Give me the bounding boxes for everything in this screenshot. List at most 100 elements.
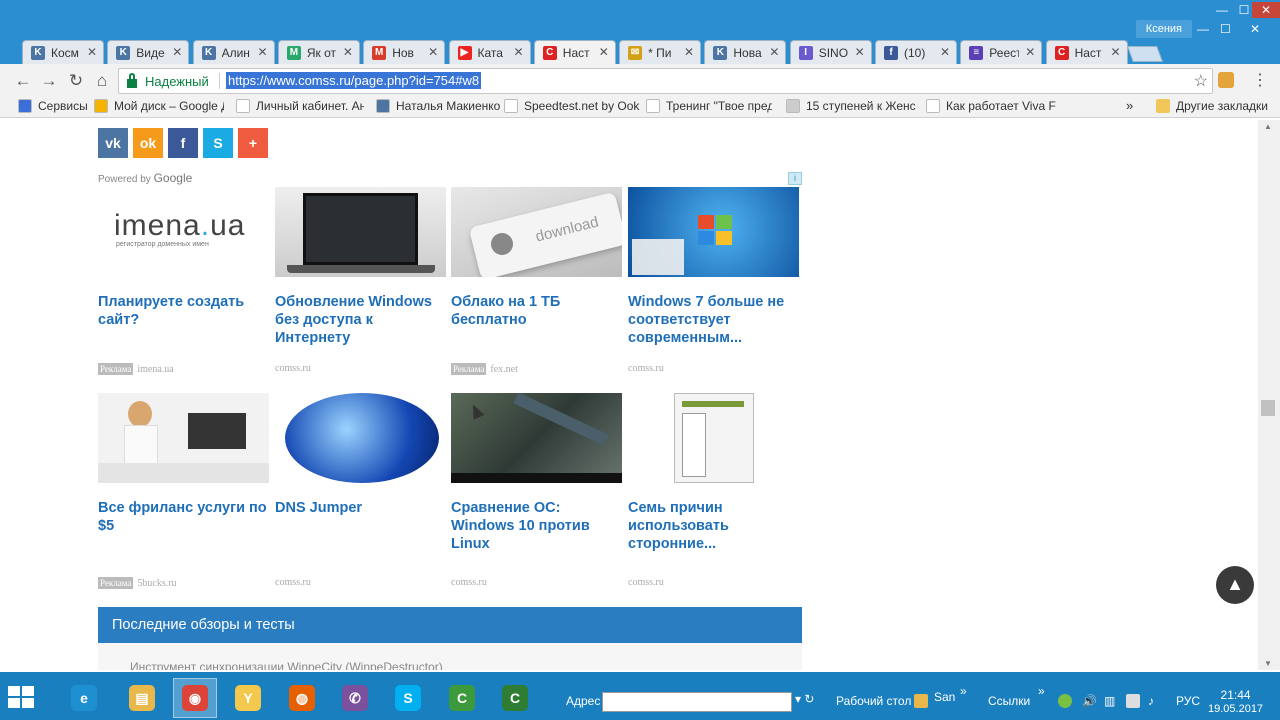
scroll-up-icon[interactable]: ▲ [1264,122,1272,131]
tab-close-icon[interactable]: ✕ [87,45,97,59]
battery-icon[interactable] [1126,694,1140,708]
language-indicator[interactable]: РУС [1176,694,1200,708]
tab-close-icon[interactable]: ✕ [769,45,779,59]
page-scrollbar[interactable]: ▲ ▼ [1258,120,1280,670]
section-first-item[interactable]: Инструмент синхронизации WinpeCity (Winp… [130,660,443,670]
share-ok-icon[interactable]: ok [133,128,163,158]
card-thumbnail[interactable]: download [451,187,622,277]
share-more-icon[interactable]: + [238,128,268,158]
home-button[interactable]: ⌂ [91,70,113,92]
tab-close-icon[interactable]: ✕ [258,45,268,59]
taskbar-app-firefox[interactable]: ◍ [280,678,324,718]
card-thumbnail[interactable]: imena.ua регистратор доменных имен [98,187,269,277]
tab-close-icon[interactable]: ✕ [513,45,523,59]
extension-icon[interactable] [1218,72,1234,88]
tab[interactable]: ✉ * Пи ✕ [619,40,702,64]
card-title[interactable]: DNS Jumper [275,499,450,517]
card-thumbnail[interactable] [275,187,446,277]
desktop-toolbar[interactable]: Рабочий стол [836,694,911,708]
url-text[interactable]: https://www.comss.ru/page.php?id=754#w8 [226,72,482,89]
tab[interactable]: M Як от ✕ [277,40,360,64]
tab-close-icon[interactable]: ✕ [684,45,694,59]
tab-close-icon[interactable]: ✕ [428,45,438,59]
tray-green-icon[interactable] [1058,694,1072,708]
bookmark-item[interactable]: Сервисы [18,99,88,113]
tab[interactable]: K Косм ✕ [22,40,104,64]
card-title[interactable]: Облако на 1 ТБ бесплатно [451,293,626,329]
back-button[interactable]: ← [12,70,34,92]
volume-icon[interactable]: ♪ [1148,694,1162,708]
toolbar-more-icon[interactable]: » [960,684,967,698]
taskbar-app-chrome[interactable]: ◉ [173,678,217,718]
bookmark-item[interactable]: Личный кабинет. Ан [236,99,364,113]
speaker-muted-icon[interactable]: 🔊 [1082,694,1097,708]
tab-close-icon[interactable]: ✕ [599,45,609,59]
links-toolbar[interactable]: Ссылки [988,694,1030,708]
maximize-icon[interactable]: ☐ [1220,22,1231,36]
bookmark-star-icon[interactable]: ☆ [1194,71,1208,91]
card-title[interactable]: Сравнение ОС: Windows 10 против Linux [451,499,626,553]
taskbar-app-ie[interactable]: e [62,678,106,718]
address-bar[interactable]: Надежный https://www.comss.ru/page.php?i… [118,68,1213,94]
card-title[interactable]: Планируете создать сайт? [98,293,273,329]
bookmark-item[interactable]: Как работает Viva Fi [926,99,1056,113]
bookmark-item[interactable]: 15 ступеней к Женск [786,99,916,113]
tab-close-icon[interactable]: ✕ [1111,45,1121,59]
bookmark-item[interactable]: Мой диск – Google Д [94,99,224,113]
taskbar-address-input[interactable] [602,692,792,712]
bookmark-item[interactable]: Speedtest.net by Ook [504,99,640,113]
card-thumbnail[interactable] [275,393,446,483]
close-icon[interactable]: ✕ [1250,22,1260,36]
share-facebook-icon[interactable]: f [168,128,198,158]
tab[interactable]: C Наст ✕ [533,40,616,64]
start-button[interactable] [8,686,36,710]
new-tab-button[interactable] [1127,46,1163,62]
maximize-button[interactable]: ☐ [1236,2,1252,18]
taskbar-app-bird[interactable]: Y [226,678,270,718]
bookmarks-more-icon[interactable]: » [1126,98,1133,113]
card-title[interactable]: Windows 7 больше не соответствует соврем… [628,293,803,347]
tab[interactable]: C Наст ✕ [1045,40,1128,64]
scroll-down-icon[interactable]: ▼ [1264,659,1272,668]
taskbar-app-camtasia2[interactable]: C [493,678,537,718]
tab-close-icon[interactable]: ✕ [855,45,865,59]
tab[interactable]: K Алин ✕ [192,40,275,64]
profile-button[interactable]: Ксения [1135,20,1192,38]
card-thumbnail[interactable] [628,187,799,277]
tab-close-icon[interactable]: ✕ [172,45,182,59]
clock[interactable]: 21:44 19.05.2017 [1208,688,1263,716]
tab[interactable]: M Нов ✕ [363,40,446,64]
card-title[interactable]: Все фриланс услуги по $5 [98,499,273,535]
tab-close-icon[interactable]: ✕ [940,45,950,59]
reload-button[interactable]: ↻ [65,70,87,92]
minimize-button[interactable]: — [1208,2,1236,18]
card-thumbnail[interactable] [98,393,269,483]
close-button[interactable]: ✕ [1252,2,1280,18]
bookmark-item[interactable]: Тренинг "Твое предн [646,99,772,113]
san-label[interactable]: San [934,690,955,704]
share-vk-icon[interactable]: vk [98,128,128,158]
taskbar-app-explorer[interactable]: ▤ [120,678,164,718]
card-thumbnail[interactable] [628,393,799,483]
secure-indicator[interactable]: Надежный [127,73,209,89]
adchoices-icon[interactable]: i [788,172,802,185]
tab[interactable]: ≡ Реест ✕ [960,40,1043,64]
other-bookmarks[interactable]: Другие закладки [1156,99,1268,113]
forward-button[interactable]: → [38,70,60,92]
tab[interactable]: f (10) ✕ [875,40,957,64]
card-title[interactable]: Семь причин использовать сторонние... [628,499,803,553]
tab[interactable]: K Нова ✕ [704,40,787,64]
scroll-to-top-button[interactable]: ▲ [1216,566,1254,604]
address-go-icon[interactable]: ▾ ↻ [795,692,815,712]
bookmark-item[interactable]: Наталья Макиенко [376,99,500,113]
taskbar-app-viber[interactable]: ✆ [333,678,377,718]
taskbar-app-camtasia1[interactable]: C [440,678,484,718]
tab[interactable]: K Виде ✕ [107,40,190,64]
links-more-icon[interactable]: » [1038,684,1045,698]
tab-close-icon[interactable]: ✕ [343,45,353,59]
tab-close-icon[interactable]: ✕ [1025,45,1035,59]
tab[interactable]: ▶ Ката ✕ [448,40,531,64]
chrome-menu-icon[interactable]: ⋮ [1252,70,1268,90]
san-icon[interactable] [914,694,928,708]
network-icon[interactable]: ▥ [1104,694,1118,708]
